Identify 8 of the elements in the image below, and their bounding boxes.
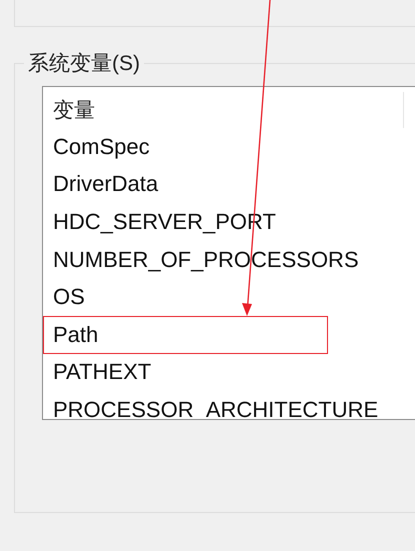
variable-name[interactable]: Path — [53, 322, 98, 348]
variable-name[interactable]: OS — [53, 284, 85, 310]
column-header[interactable]: 变量 — [53, 96, 95, 124]
variable-name[interactable]: DriverData — [53, 171, 158, 198]
variable-name[interactable]: PROCESSOR_ARCHITECTURE — [53, 396, 378, 419]
variable-name[interactable]: ComSpec — [53, 134, 150, 160]
variable-name[interactable]: PATHEXT — [53, 359, 152, 386]
group-title: 系统变量(S) — [27, 51, 141, 77]
